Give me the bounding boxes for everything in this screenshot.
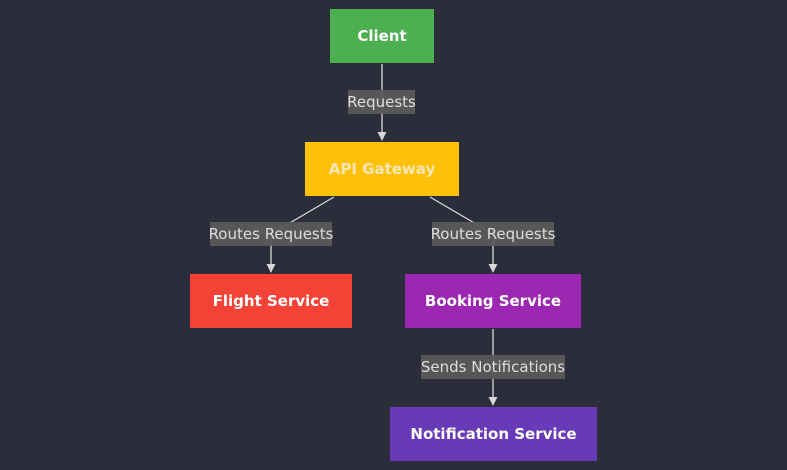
flight-service-node[interactable]: Flight Service [190,274,352,328]
edge-label-requests: Requests [347,90,416,114]
api-gateway-node-label: API Gateway [328,160,436,178]
client-node[interactable]: Client [330,9,434,63]
booking-service-node[interactable]: Booking Service [405,274,581,328]
edge-label-routes-requests-flight: Routes Requests [209,222,333,246]
notification-service-node-label: Notification Service [410,425,577,443]
edge-label-routes-requests-booking: Routes Requests [431,222,555,246]
api-gateway-node[interactable]: API Gateway [305,142,459,196]
booking-service-node-label: Booking Service [424,292,562,310]
client-node-label: Client [357,27,407,45]
edge-label-sends-notifications: Sends Notifications [421,355,565,379]
flight-service-node-label: Flight Service [212,292,330,310]
edges-layer [266,64,498,406]
notification-service-node[interactable]: Notification Service [390,407,597,461]
architecture-diagram: Client API Gateway Flight Service Bookin… [0,0,787,470]
